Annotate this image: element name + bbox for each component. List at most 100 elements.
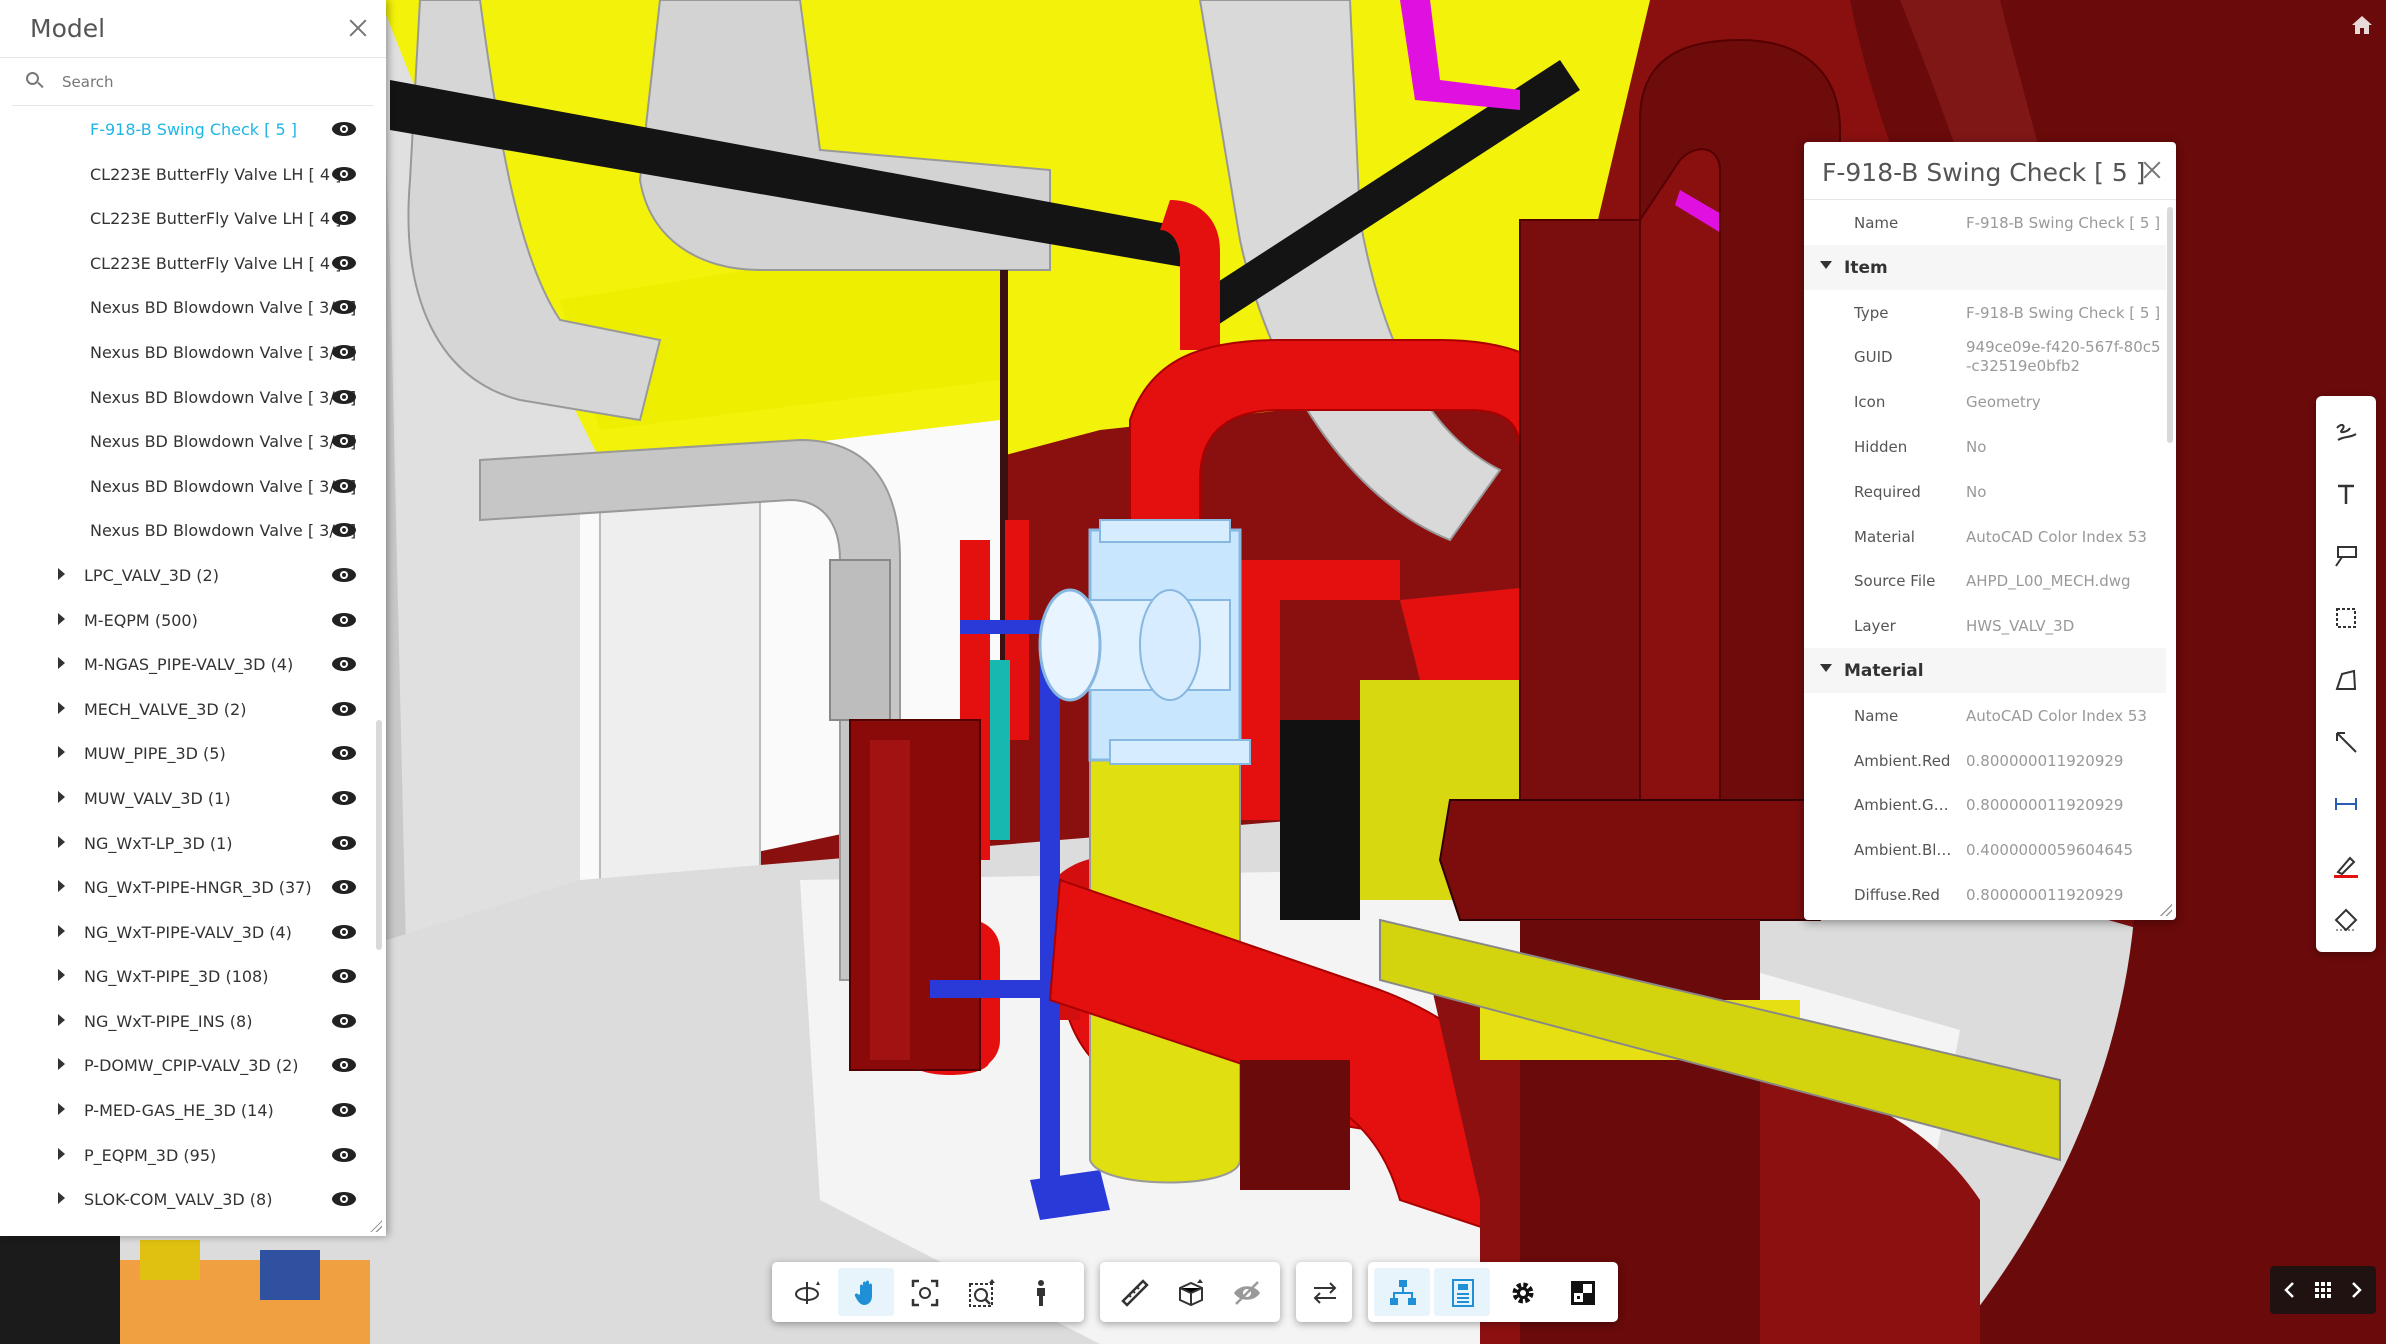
- tree-group-row[interactable]: NG_WxT-PIPE_INS (8): [12, 1000, 376, 1045]
- collapse-caret-icon[interactable]: [1820, 260, 1832, 269]
- tree-item-row[interactable]: CL223E ButterFly Valve LH [ 4 ]: [12, 197, 376, 242]
- freehand-markup-icon[interactable]: [2322, 408, 2370, 456]
- eye-visibility-icon[interactable]: [332, 1056, 356, 1073]
- grid-icon[interactable]: [2309, 1276, 2337, 1304]
- tree-group-row[interactable]: M-NGAS_PIPE-VALV_3D (4): [12, 643, 376, 688]
- collapse-caret-icon[interactable]: [1820, 663, 1832, 672]
- eye-visibility-icon[interactable]: [332, 388, 356, 404]
- expand-caret-icon[interactable]: [58, 1103, 65, 1116]
- resize-handle[interactable]: [2160, 904, 2172, 916]
- tree-item-row[interactable]: Nexus BD Blowdown Valve [ 3/4 ]: [12, 465, 376, 510]
- pan-icon[interactable]: [838, 1268, 894, 1316]
- eye-visibility-icon[interactable]: [332, 298, 356, 315]
- dimension-markup-icon[interactable]: [2322, 780, 2370, 828]
- properties-icon[interactable]: [1434, 1268, 1490, 1316]
- pen-color-icon[interactable]: [2322, 842, 2370, 890]
- eye-visibility-icon[interactable]: [332, 655, 356, 672]
- expand-caret-icon[interactable]: [58, 612, 65, 625]
- expand-caret-icon[interactable]: [58, 790, 65, 803]
- eye-visibility-icon[interactable]: [332, 165, 356, 181]
- fullscreen-icon[interactable]: [1554, 1268, 1610, 1316]
- tree-group-row[interactable]: P_EQPM_3D (95): [12, 1134, 376, 1179]
- settings-icon[interactable]: [1494, 1268, 1550, 1316]
- expand-caret-icon[interactable]: [58, 746, 65, 759]
- orbit-icon[interactable]: [780, 1268, 836, 1316]
- expand-caret-icon[interactable]: [58, 835, 65, 848]
- tree-scrollbar-thumb[interactable]: [376, 720, 382, 950]
- rectangle-markup-icon[interactable]: [2322, 594, 2370, 642]
- arrow-markup-icon[interactable]: [2322, 718, 2370, 766]
- eye-visibility-icon[interactable]: [332, 923, 356, 939]
- tree-group-row[interactable]: MUW_PIPE_3D (5): [12, 732, 376, 777]
- tree-item-row[interactable]: CL223E ButterFly Valve LH [ 4 ]: [12, 153, 376, 198]
- compare-icon[interactable]: [1296, 1268, 1352, 1316]
- expand-caret-icon[interactable]: [58, 701, 65, 714]
- resize-handle[interactable]: [370, 1220, 382, 1232]
- search-input[interactable]: [62, 68, 362, 96]
- eye-visibility-icon[interactable]: [332, 432, 356, 449]
- eye-visibility-icon[interactable]: [332, 566, 356, 582]
- eye-visibility-icon[interactable]: [332, 521, 356, 538]
- polygon-markup-icon[interactable]: [2322, 656, 2370, 704]
- tree-group-row[interactable]: NG_WxT-PIPE-HNGR_3D (37): [12, 866, 376, 911]
- chevron-right-icon[interactable]: [2342, 1276, 2370, 1304]
- callout-markup-icon[interactable]: [2322, 532, 2370, 580]
- eye-visibility-icon[interactable]: [332, 1190, 356, 1207]
- eye-visibility-icon[interactable]: [332, 120, 356, 136]
- chevron-left-icon[interactable]: [2276, 1276, 2304, 1304]
- eye-visibility-icon[interactable]: [332, 700, 356, 716]
- tree-item-row[interactable]: F-918-B Swing Check [ 5 ]: [12, 108, 376, 153]
- expand-caret-icon[interactable]: [58, 880, 65, 893]
- tree-group-row[interactable]: NG_WxT-PIPE-VALV_3D (4): [12, 911, 376, 956]
- eye-visibility-icon[interactable]: [332, 477, 356, 493]
- tree-group-row[interactable]: LPC_VALV_3D (2): [12, 554, 376, 599]
- first-person-icon[interactable]: [1012, 1268, 1068, 1316]
- eye-visibility-icon[interactable]: [332, 343, 356, 359]
- explode-icon[interactable]: [1218, 1268, 1274, 1316]
- tree-item-row[interactable]: Nexus BD Blowdown Valve [ 3/4 ]: [12, 509, 376, 554]
- tree-group-row[interactable]: NG_WxT-PIPE_3D (108): [12, 955, 376, 1000]
- tree-group-row[interactable]: M-EQPM (500): [12, 599, 376, 644]
- tree-group-row[interactable]: MUW_VALV_3D (1): [12, 777, 376, 822]
- close-icon[interactable]: [344, 14, 372, 42]
- tree-item-row[interactable]: Nexus BD Blowdown Valve [ 3/4 ]: [12, 331, 376, 376]
- tree-item-row[interactable]: Nexus BD Blowdown Valve [ 3/4 ]: [12, 286, 376, 331]
- zoom-window-icon[interactable]: [954, 1268, 1010, 1316]
- expand-caret-icon[interactable]: [58, 1147, 65, 1160]
- eye-visibility-icon[interactable]: [332, 209, 356, 226]
- property-category[interactable]: Material: [1804, 647, 2166, 693]
- measure-icon[interactable]: [1106, 1268, 1162, 1316]
- fit-view-icon[interactable]: [896, 1268, 952, 1316]
- eye-visibility-icon[interactable]: [332, 789, 356, 805]
- eye-visibility-icon[interactable]: [332, 744, 356, 761]
- expand-caret-icon[interactable]: [58, 1058, 65, 1071]
- tree-item-row[interactable]: Nexus BD Blowdown Valve [ 3/4 ]: [12, 376, 376, 421]
- eye-visibility-icon[interactable]: [332, 254, 356, 270]
- tree-group-row[interactable]: P-MED-GAS_HE_3D (14): [12, 1089, 376, 1134]
- section-icon[interactable]: [1162, 1268, 1218, 1316]
- expand-caret-icon[interactable]: [58, 657, 65, 670]
- expand-caret-icon[interactable]: [58, 1192, 65, 1205]
- expand-caret-icon[interactable]: [58, 1013, 65, 1026]
- text-markup-icon[interactable]: [2322, 470, 2370, 518]
- properties-scrollbar-thumb[interactable]: [2167, 207, 2173, 443]
- fill-color-icon[interactable]: [2322, 896, 2370, 944]
- close-icon[interactable]: [2138, 156, 2166, 184]
- tree-group-row[interactable]: P-DOMW_CPIP-VALV_3D (2): [12, 1044, 376, 1089]
- tree-item-row[interactable]: Nexus BD Blowdown Valve [ 3/4 ]: [12, 420, 376, 465]
- tree-item-row[interactable]: CL223E ButterFly Valve LH [ 4 ]: [12, 242, 376, 287]
- eye-visibility-icon[interactable]: [332, 611, 356, 627]
- tree-group-row[interactable]: MECH_VALVE_3D (2): [12, 688, 376, 733]
- model-browser-icon[interactable]: [1374, 1268, 1430, 1316]
- home-icon[interactable]: [2350, 14, 2374, 36]
- eye-visibility-icon[interactable]: [332, 1101, 356, 1118]
- eye-visibility-icon[interactable]: [332, 834, 356, 850]
- tree-group-row[interactable]: SLOK-COM_VALV_3D (8): [12, 1178, 376, 1216]
- tree-group-row[interactable]: NG_WxT-LP_3D (1): [12, 822, 376, 867]
- property-category[interactable]: Item: [1804, 244, 2166, 290]
- expand-caret-icon[interactable]: [58, 924, 65, 937]
- eye-visibility-icon[interactable]: [332, 967, 356, 984]
- expand-caret-icon[interactable]: [58, 567, 65, 580]
- eye-visibility-icon[interactable]: [332, 1012, 356, 1028]
- expand-caret-icon[interactable]: [58, 969, 65, 982]
